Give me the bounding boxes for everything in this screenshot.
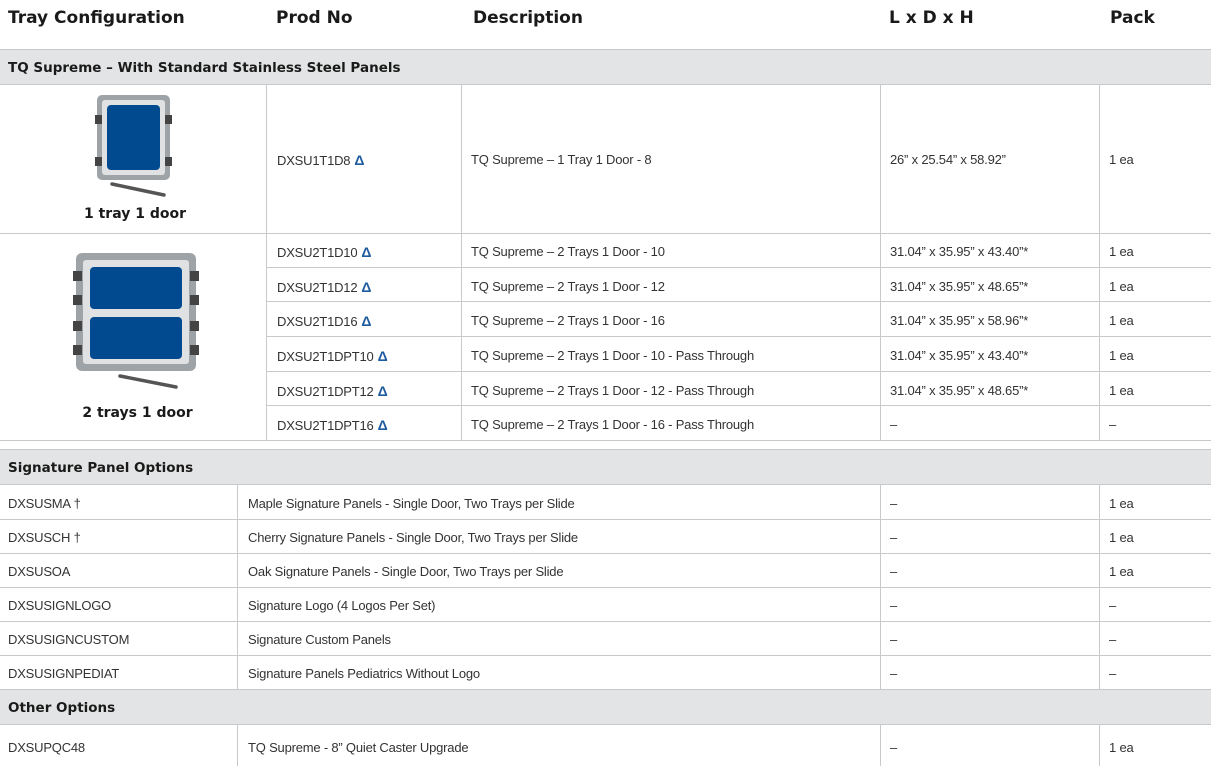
prod-no: DXSU2T1DPT10 Δ [277, 348, 388, 364]
pack: 1 ea [1109, 740, 1134, 755]
grid-line [237, 725, 238, 766]
dimensions: 31.04” x 35.95” x 43.40”* [890, 348, 1029, 363]
pack: – [1109, 417, 1117, 432]
prod-no: DXSUSOA [8, 564, 71, 579]
prod-no: DXSUSCH † [8, 530, 81, 545]
grid-line [266, 85, 267, 440]
pack: 1 ea [1109, 348, 1134, 363]
pack: 1 ea [1109, 564, 1134, 579]
pack: – [1109, 598, 1117, 613]
grid-line [880, 725, 881, 766]
description: Cherry Signature Panels - Single Door, T… [248, 530, 578, 545]
two-trays-one-door-illustration [73, 253, 199, 389]
section-supreme: TQ Supreme – With Standard Stainless Ste… [0, 49, 1211, 85]
description: TQ Supreme – 2 Trays 1 Door - 12 [471, 279, 665, 294]
dimensions: 26” x 25.54” x 58.92” [890, 152, 1006, 167]
dimensions: – [890, 598, 898, 613]
description: TQ Supreme – 1 Tray 1 Door - 8 [471, 152, 652, 167]
prod-no: DXSU2T1DPT12 Δ [277, 383, 388, 399]
dimensions: 31.04” x 35.95” x 48.65”* [890, 279, 1029, 294]
delta-icon: Δ [354, 152, 365, 168]
prod-no: DXSU2T1D12 Δ [277, 279, 372, 295]
dimensions: – [890, 740, 898, 755]
description: TQ Supreme – 2 Trays 1 Door - 10 - Pass … [471, 348, 754, 363]
table-header: Tray Configuration Prod No Description L… [0, 0, 1211, 36]
dimensions: 31.04” x 35.95” x 58.96”* [890, 313, 1029, 328]
prod-no: DXSUPQC48 [8, 740, 85, 755]
grid-line [0, 587, 1211, 588]
pack: 1 ea [1109, 279, 1134, 294]
grid-line [0, 553, 1211, 554]
section-title: TQ Supreme – With Standard Stainless Ste… [8, 60, 401, 76]
pack: – [1109, 666, 1117, 681]
dimensions: 31.04” x 35.95” x 43.40”* [890, 244, 1029, 259]
grid-line [0, 621, 1211, 622]
description: Oak Signature Panels - Single Door, Two … [248, 564, 564, 579]
description: TQ Supreme - 8” Quiet Caster Upgrade [248, 740, 469, 755]
section-title: Signature Panel Options [8, 460, 194, 476]
grid-line [1099, 85, 1100, 440]
prod-no: DXSU1T1D8 Δ [277, 152, 365, 168]
config-caption: 1 tray 1 door [83, 206, 186, 222]
grid-line [461, 85, 462, 440]
delta-icon: Δ [361, 313, 372, 329]
grid-line [266, 301, 1211, 302]
prod-no: DXSUSIGNLOGO [8, 598, 112, 613]
prod-no: DXSUSIGNPEDIAT [8, 666, 120, 681]
grid-line [1099, 725, 1100, 766]
grid-line [266, 267, 1211, 268]
prod-no: DXSU2T1DPT16 Δ [277, 417, 388, 433]
delta-icon: Δ [361, 279, 372, 295]
prod-no: DXSUSMA † [8, 496, 81, 511]
description: Maple Signature Panels - Single Door, Tw… [248, 496, 575, 511]
delta-icon: Δ [377, 383, 388, 399]
dimensions: – [890, 496, 898, 511]
header-prod-no: Prod No [276, 8, 353, 28]
grid-line [0, 440, 1211, 441]
header-dimensions: L x D x H [889, 8, 974, 28]
dimensions: 31.04” x 35.95” x 48.65”* [890, 383, 1029, 398]
description: TQ Supreme – 2 Trays 1 Door - 12 - Pass … [471, 383, 754, 398]
dimensions: – [890, 666, 898, 681]
config-caption: 2 trays 1 door [82, 405, 193, 421]
pack: 1 ea [1109, 313, 1134, 328]
header-tray-configuration: Tray Configuration [8, 8, 185, 28]
description: Signature Panels Pediatrics Without Logo [248, 666, 480, 681]
pack: 1 ea [1109, 152, 1134, 167]
delta-icon: Δ [377, 417, 388, 433]
section-signature: Signature Panel Options [0, 449, 1211, 485]
grid-line [0, 655, 1211, 656]
pack: 1 ea [1109, 383, 1134, 398]
section-title: Other Options [8, 700, 116, 716]
dimensions: – [890, 530, 898, 545]
section-other: Other Options [0, 689, 1211, 725]
description: Signature Custom Panels [248, 632, 391, 647]
grid-line [266, 336, 1211, 337]
one-tray-one-door-illustration [95, 95, 172, 197]
dimensions: – [890, 564, 898, 579]
grid-line [0, 233, 1211, 234]
delta-icon: Δ [377, 348, 388, 364]
pack: – [1109, 632, 1117, 647]
pack: 1 ea [1109, 530, 1134, 545]
prod-no: DXSU2T1D10 Δ [277, 244, 372, 260]
dimensions: – [890, 417, 898, 432]
grid-line [880, 85, 881, 440]
delta-icon: Δ [361, 244, 372, 260]
pack: 1 ea [1109, 496, 1134, 511]
description: TQ Supreme – 2 Trays 1 Door - 16 [471, 313, 665, 328]
prod-no: DXSUSIGNCUSTOM [8, 632, 130, 647]
grid-line [266, 405, 1211, 406]
dimensions: – [890, 632, 898, 647]
grid-line [266, 371, 1211, 372]
grid-line [0, 519, 1211, 520]
description: TQ Supreme – 2 Trays 1 Door - 16 - Pass … [471, 417, 754, 432]
description: Signature Logo (4 Logos Per Set) [248, 598, 436, 613]
pack: 1 ea [1109, 244, 1134, 259]
description: TQ Supreme – 2 Trays 1 Door - 10 [471, 244, 665, 259]
header-pack: Pack [1110, 8, 1155, 28]
header-description: Description [473, 8, 583, 28]
prod-no: DXSU2T1D16 Δ [277, 313, 372, 329]
